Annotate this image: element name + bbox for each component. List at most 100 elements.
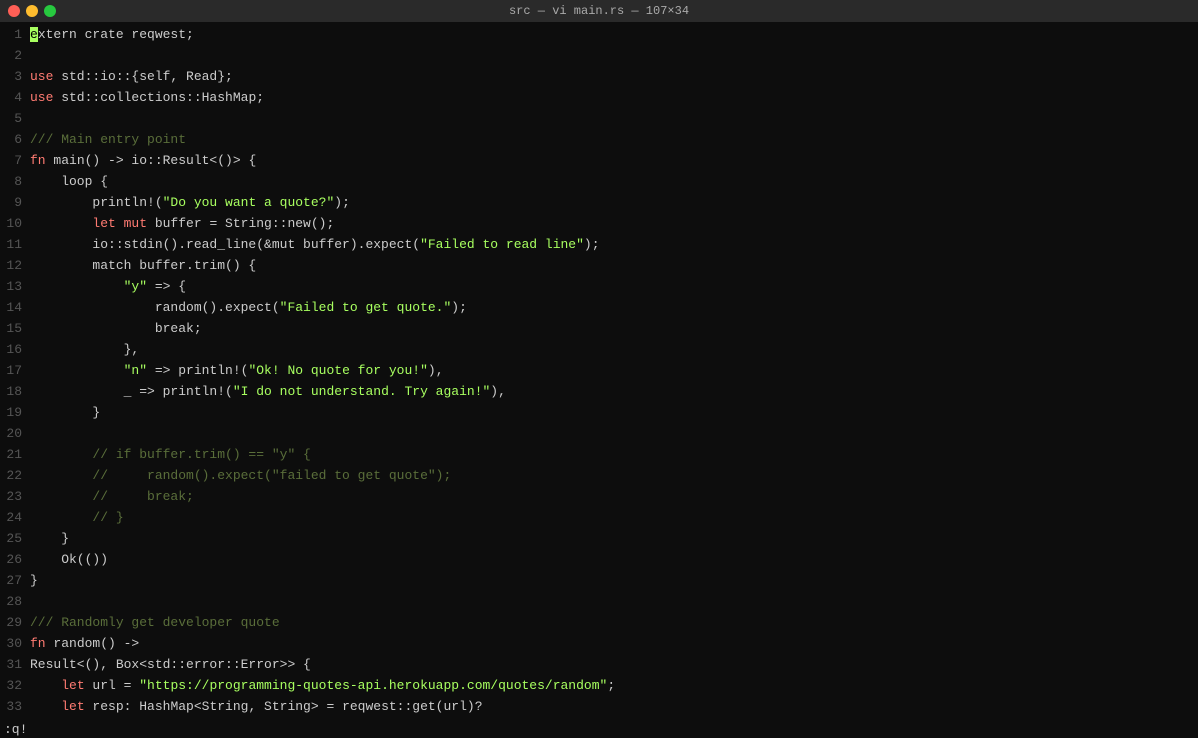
line-number: 25	[0, 528, 30, 549]
token-plain: std::io::{self, Read};	[53, 69, 232, 84]
line-number: 10	[0, 213, 30, 234]
code-line: 32 let url = "https://programming-quotes…	[0, 675, 1198, 696]
token-plain: main() -> io::Result<()> {	[46, 153, 257, 168]
token-comment: // break;	[30, 489, 194, 504]
line-number: 14	[0, 297, 30, 318]
line-number: 13	[0, 276, 30, 297]
window-controls	[8, 5, 56, 17]
token-kw: let	[61, 678, 84, 693]
code-line: 20	[0, 423, 1198, 444]
code-line: 21 // if buffer.trim() == "y" {	[0, 444, 1198, 465]
token-comment: // random().expect("failed to get quote"…	[30, 468, 451, 483]
line-number: 19	[0, 402, 30, 423]
line-content: Ok(())	[30, 549, 1198, 570]
code-line: 5	[0, 108, 1198, 129]
line-content: // }	[30, 507, 1198, 528]
maximize-button[interactable]	[44, 5, 56, 17]
code-line: 17 "n" => println!("Ok! No quote for you…	[0, 360, 1198, 381]
window-title: src — vi main.rs — 107×34	[509, 4, 689, 18]
code-line: 9 println!("Do you want a quote?");	[0, 192, 1198, 213]
line-content: break;	[30, 318, 1198, 339]
line-content	[30, 591, 1198, 612]
token-string: "Failed to get quote."	[280, 300, 452, 315]
token-comment: // if buffer.trim() == "y" {	[30, 447, 311, 462]
line-content: let url = "https://programming-quotes-ap…	[30, 675, 1198, 696]
line-number: 8	[0, 171, 30, 192]
line-number: 15	[0, 318, 30, 339]
token-string: "https://programming-quotes-api.herokuap…	[139, 678, 607, 693]
line-content: }	[30, 570, 1198, 591]
token-cursor: e	[30, 27, 38, 42]
token-plain: buffer = String::new();	[147, 216, 334, 231]
status-bar: :q!	[0, 720, 1198, 738]
line-content: use std::collections::HashMap;	[30, 87, 1198, 108]
code-line: 30fn random() ->	[0, 633, 1198, 654]
token-kw: fn	[30, 636, 46, 651]
line-number: 21	[0, 444, 30, 465]
line-content: match buffer.trim() {	[30, 255, 1198, 276]
token-plain: random() ->	[46, 636, 140, 651]
code-line: 13 "y" => {	[0, 276, 1198, 297]
token-string: "y"	[124, 279, 147, 294]
line-content: loop {	[30, 171, 1198, 192]
token-kw: let	[61, 699, 84, 714]
code-line: 15 break;	[0, 318, 1198, 339]
line-number: 17	[0, 360, 30, 381]
line-content: _ => println!("I do not understand. Try …	[30, 381, 1198, 402]
token-plain: }	[30, 573, 38, 588]
token-plain: );	[334, 195, 350, 210]
token-plain: ;	[607, 678, 615, 693]
line-content: use std::io::{self, Read};	[30, 66, 1198, 87]
code-line: 4use std::collections::HashMap;	[0, 87, 1198, 108]
line-number: 28	[0, 591, 30, 612]
line-content: fn main() -> io::Result<()> {	[30, 150, 1198, 171]
token-plain: );	[584, 237, 607, 252]
token-plain: std::collections::HashMap;	[53, 90, 264, 105]
code-line: 19 }	[0, 402, 1198, 423]
token-plain: }	[30, 531, 69, 546]
token-kw: use	[30, 69, 53, 84]
line-content: }	[30, 402, 1198, 423]
token-plain	[30, 216, 92, 231]
line-number: 16	[0, 339, 30, 360]
token-plain: );	[451, 300, 467, 315]
token-plain	[30, 363, 124, 378]
line-content: /// Randomly get developer quote	[30, 612, 1198, 633]
line-content: Result<(), Box<std::error::Error>> {	[30, 654, 1198, 675]
line-content: "y" => {	[30, 276, 1198, 297]
close-button[interactable]	[8, 5, 20, 17]
line-content: let resp: HashMap<String, String> = reqw…	[30, 696, 1198, 717]
code-line: 11 io::stdin().read_line(&mut buffer).ex…	[0, 234, 1198, 255]
code-line: 28	[0, 591, 1198, 612]
line-number: 22	[0, 465, 30, 486]
line-number: 12	[0, 255, 30, 276]
token-plain: match buffer.trim() {	[30, 258, 256, 273]
token-plain: },	[30, 342, 139, 357]
code-line: 33 let resp: HashMap<String, String> = r…	[0, 696, 1198, 717]
code-line: 14 random().expect("Failed to get quote.…	[0, 297, 1198, 318]
token-plain: Ok(())	[30, 552, 108, 567]
code-line: 29/// Randomly get developer quote	[0, 612, 1198, 633]
line-number: 7	[0, 150, 30, 171]
code-line: 24 // }	[0, 507, 1198, 528]
token-kw: let mut	[92, 216, 147, 231]
line-number: 20	[0, 423, 30, 444]
token-plain: io::stdin().read_line(&mut buffer).expec…	[30, 237, 420, 252]
line-number: 6	[0, 129, 30, 150]
token-plain: break;	[30, 321, 202, 336]
token-kw: use	[30, 90, 53, 105]
line-number: 30	[0, 633, 30, 654]
minimize-button[interactable]	[26, 5, 38, 17]
line-number: 9	[0, 192, 30, 213]
code-line: 25 }	[0, 528, 1198, 549]
code-line: 23 // break;	[0, 486, 1198, 507]
token-string: "I do not understand. Try again!"	[233, 384, 490, 399]
code-editor[interactable]: 1extern crate reqwest;2 3use std::io::{s…	[0, 22, 1198, 720]
code-line: 2	[0, 45, 1198, 66]
token-plain: loop {	[30, 174, 108, 189]
line-content: "n" => println!("Ok! No quote for you!")…	[30, 360, 1198, 381]
line-number: 33	[0, 696, 30, 717]
line-content	[30, 45, 1198, 66]
line-content: fn random() ->	[30, 633, 1198, 654]
line-number: 3	[0, 66, 30, 87]
